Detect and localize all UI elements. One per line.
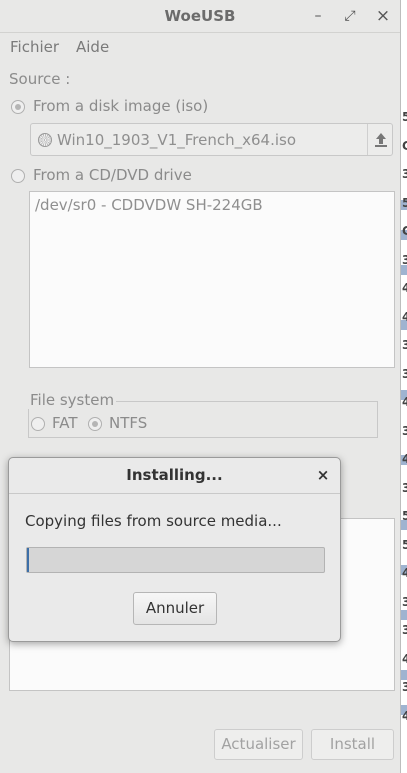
title-bar[interactable]: WoeUSB – ⤢ ×: [0, 0, 400, 33]
radio-disk-image-label[interactable]: From a disk image (iso): [33, 97, 208, 115]
menu-fichier[interactable]: Fichier: [10, 38, 59, 56]
strip-block: [401, 610, 407, 620]
cd-drive-list[interactable]: /dev/sr0 - CDDVDW SH-224GB: [29, 191, 395, 368]
strip-char: 4: [402, 395, 407, 409]
strip-block: [401, 265, 407, 275]
strip-char: 3: [402, 366, 407, 381]
strip-char: 5: [402, 537, 407, 552]
woeusb-window: WoeUSB – ⤢ × Fichier Aide Source : From …: [0, 0, 401, 773]
progress-fill: [27, 548, 29, 572]
strip-char: 5: [402, 110, 407, 124]
strip-char: 3: [402, 594, 407, 609]
filesystem-legend: File system: [28, 391, 117, 409]
disc-icon: [38, 133, 52, 147]
strip-block: [401, 670, 407, 680]
source-label: Source :: [9, 70, 71, 88]
iso-path-text: Win10_1903_V1_French_x64.iso: [57, 131, 296, 149]
strip-char: 3: [402, 167, 407, 181]
strip-char: C: [402, 138, 407, 153]
strip-char: 3: [402, 423, 407, 438]
browse-button[interactable]: [367, 124, 394, 155]
radio-cd-drive-label[interactable]: From a CD/DVD drive: [33, 166, 192, 184]
radio-cd-drive[interactable]: [11, 169, 25, 183]
dialog-close-button[interactable]: ×: [314, 466, 332, 484]
dialog-title: Installing...: [126, 466, 223, 484]
radio-disk-image[interactable]: [11, 100, 25, 114]
menu-aide[interactable]: Aide: [76, 38, 109, 56]
strip-char: 3: [402, 338, 407, 352]
strip-char: 3: [402, 480, 407, 495]
strip-char: 3: [402, 252, 407, 267]
close-button[interactable]: ×: [373, 6, 393, 26]
dialog-message: Copying files from source media...: [25, 512, 282, 530]
strip-char: 4: [402, 309, 407, 324]
strip-char: 4: [402, 452, 407, 466]
upload-icon: [375, 133, 387, 147]
strip-char: 3: [402, 623, 407, 637]
progress-bar: [26, 547, 325, 573]
strip-char: 3: [402, 680, 407, 694]
radio-ntfs[interactable]: [88, 417, 102, 431]
strip-char: 5: [402, 195, 407, 210]
cancel-button[interactable]: Annuler: [133, 592, 217, 625]
menu-bar: Fichier Aide: [0, 33, 400, 61]
strip-char: 4: [402, 281, 407, 295]
radio-ntfs-label[interactable]: NTFS: [109, 414, 147, 432]
list-item[interactable]: /dev/sr0 - CDDVDW SH-224GB: [35, 196, 263, 214]
minimize-button[interactable]: –: [308, 6, 328, 26]
install-button[interactable]: Install: [311, 729, 394, 760]
iso-file-field[interactable]: Win10_1903_V1_French_x64.iso: [30, 123, 393, 156]
strip-char: 4: [402, 708, 407, 723]
radio-fat[interactable]: [31, 417, 45, 431]
strip-char: 5: [402, 509, 407, 523]
maximize-button[interactable]: ⤢: [340, 6, 360, 26]
installing-dialog: Installing... × Copying files from sourc…: [8, 457, 341, 642]
strip-char: 4: [402, 651, 407, 666]
strip-char: 4: [402, 566, 407, 580]
radio-fat-label[interactable]: FAT: [52, 414, 78, 432]
refresh-button[interactable]: Actualiser: [214, 729, 303, 760]
strip-char: C: [402, 224, 407, 238]
dialog-title-bar[interactable]: Installing... ×: [9, 458, 340, 494]
